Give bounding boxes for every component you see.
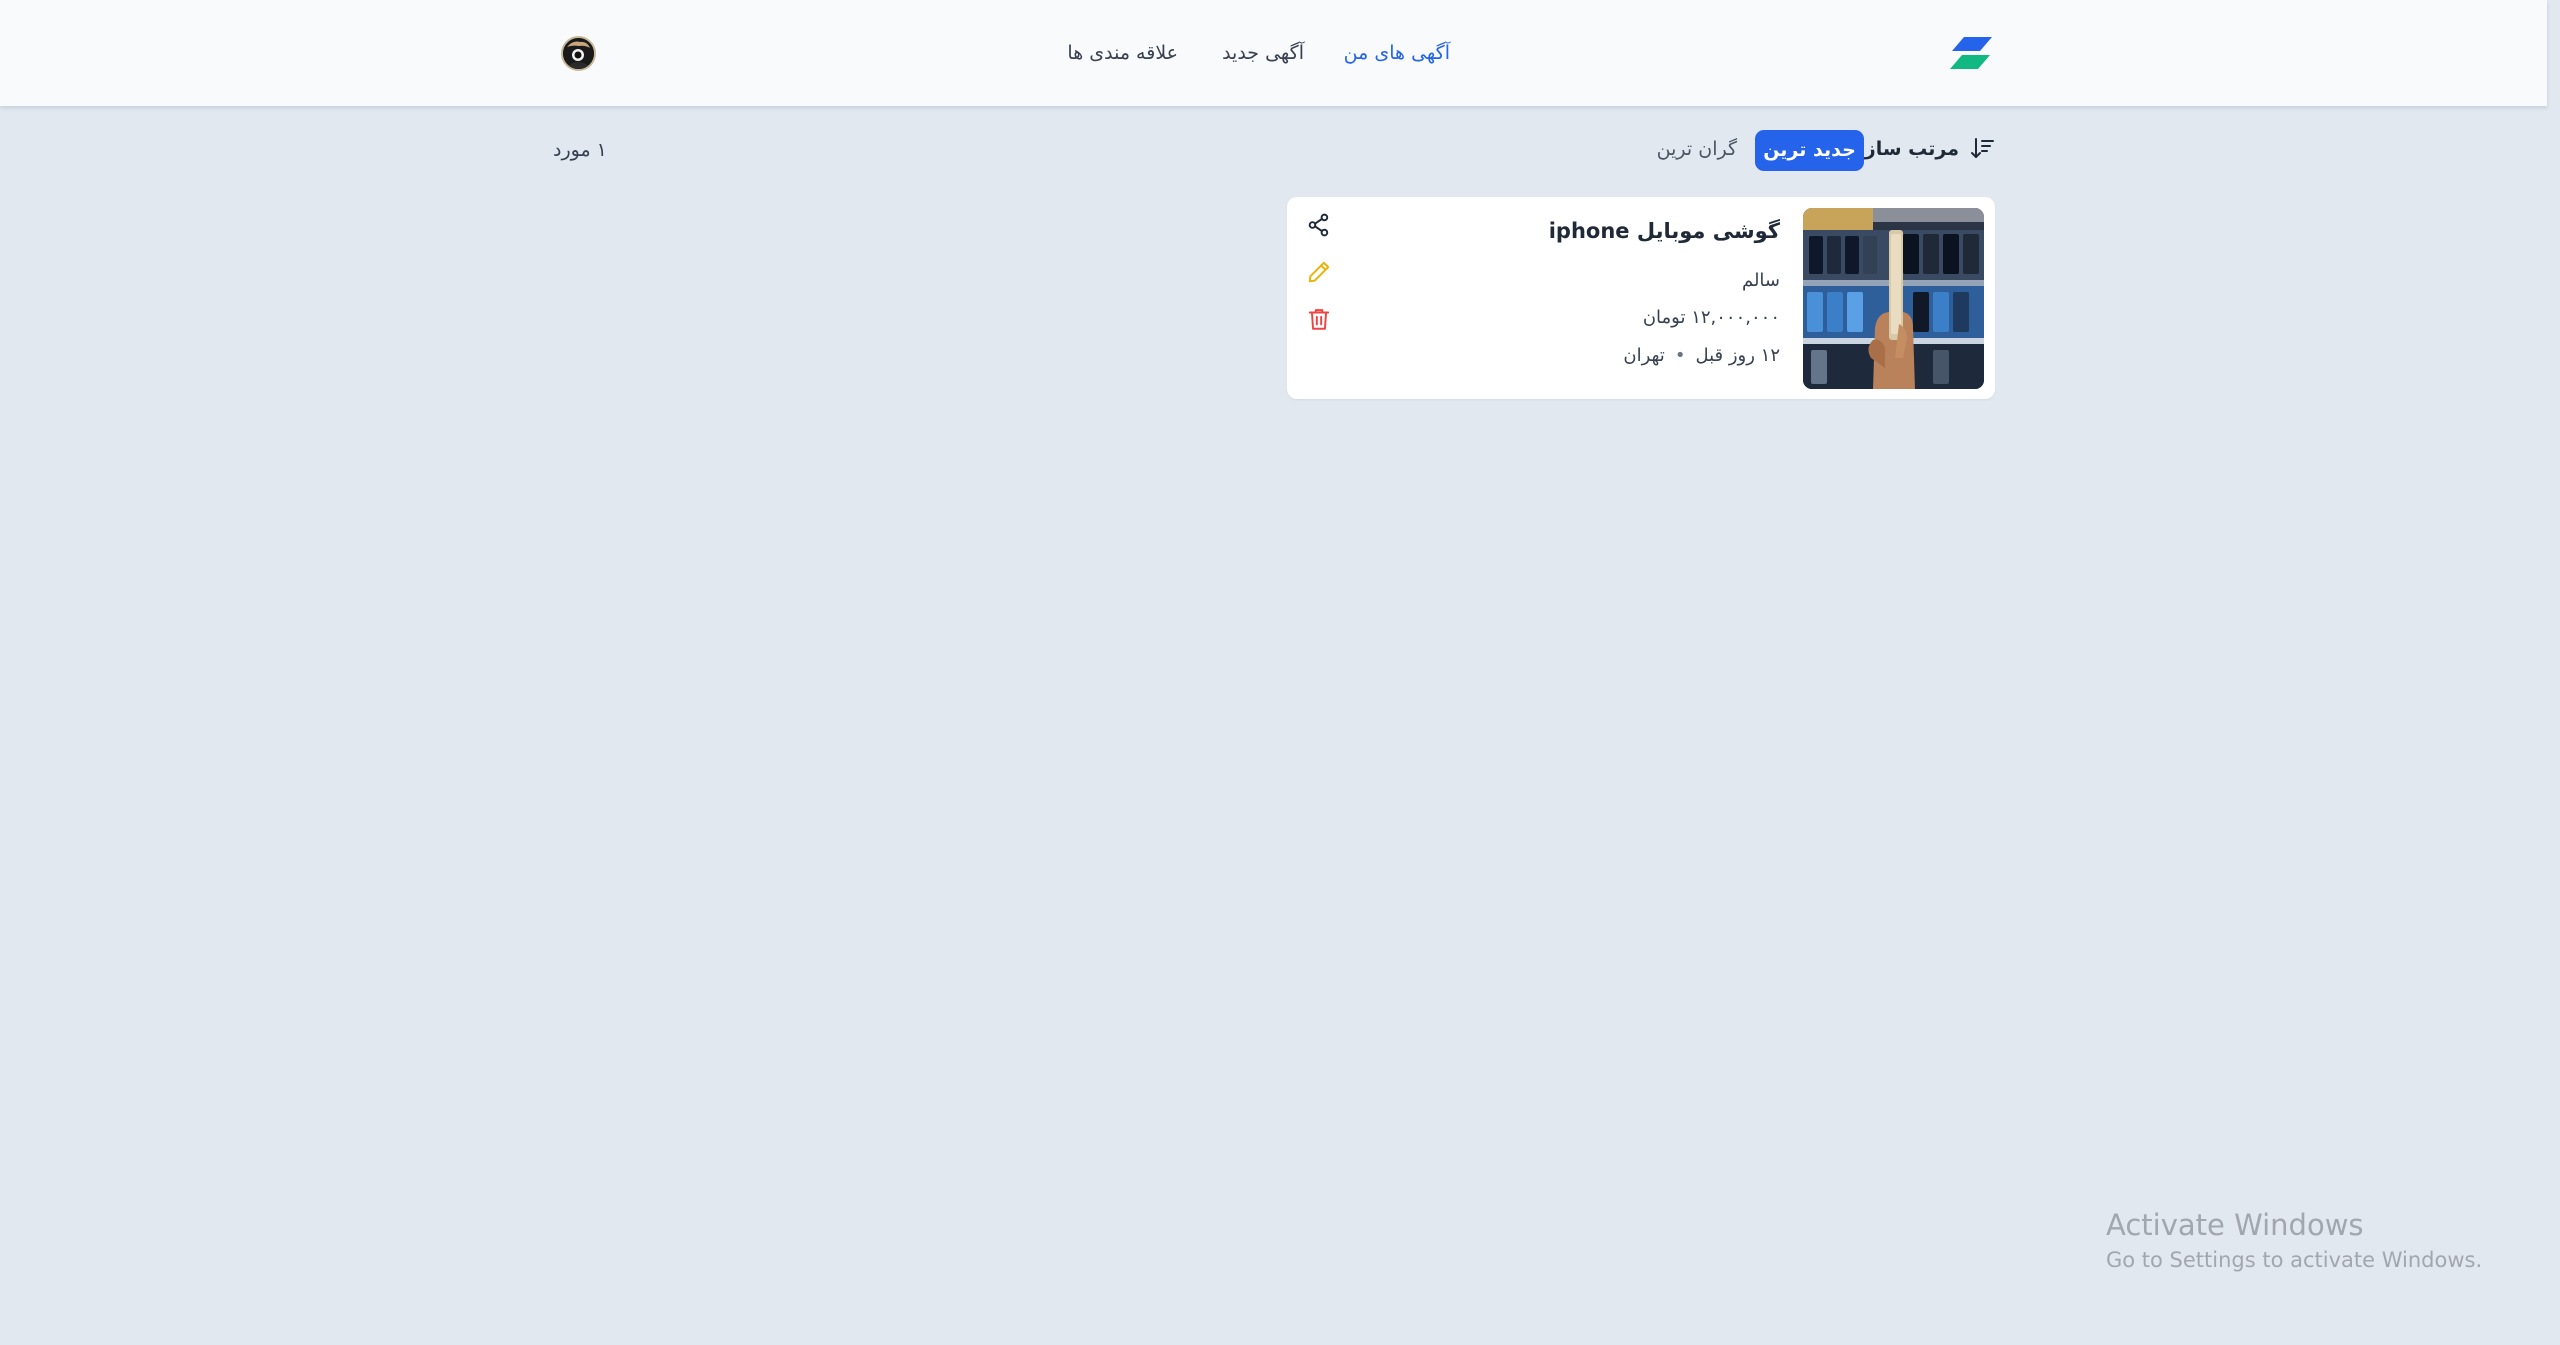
meta-separator: • (1674, 345, 1686, 366)
windows-activation-title: Activate Windows (2106, 1208, 2364, 1242)
ad-condition: سالم (1741, 270, 1780, 291)
nav-new-ad[interactable]: آگهی جدید (1222, 0, 1304, 106)
sort-descending-icon (1970, 136, 1994, 160)
ad-price: ۱۲,۰۰۰,۰۰۰ تومان (1643, 304, 1780, 332)
user-avatar[interactable] (561, 36, 596, 71)
ad-price-currency: تومان (1642, 307, 1686, 328)
ad-title[interactable]: گوشی موبایل iphone (1549, 215, 1780, 247)
result-count: ۱ مورد (553, 139, 607, 161)
top-navbar: آگهی های من آگهی جدید علاقه مندی ها (0, 0, 2547, 106)
ad-time-ago: ۱۲ روز قبل (1695, 345, 1780, 366)
brand-logo-icon[interactable] (1950, 37, 1992, 69)
ad-price-value: ۱۲,۰۰۰,۰۰۰ (1691, 307, 1780, 328)
trash-icon[interactable] (1306, 306, 1332, 332)
sort-label: مرتب سازی (1847, 138, 1959, 160)
ad-thumbnail[interactable] (1803, 208, 1984, 389)
ad-meta: ۱۲ روز قبل • تهران (1623, 342, 1780, 370)
ad-card[interactable]: گوشی موبایل iphone سالم ۱۲,۰۰۰,۰۰۰ تومان… (1287, 197, 1995, 399)
ad-location: تهران (1623, 345, 1665, 366)
share-icon[interactable] (1306, 212, 1332, 238)
pencil-icon[interactable] (1306, 259, 1332, 285)
windows-activation-subtitle: Go to Settings to activate Windows. (2106, 1248, 2483, 1272)
nav-favorites[interactable]: علاقه مندی ها (1067, 0, 1178, 106)
nav-my-ads[interactable]: آگهی های من (1344, 0, 1450, 106)
sort-newest-button[interactable]: جدید ترین (1755, 130, 1864, 171)
sort-priciest-button[interactable]: گران ترین (1657, 135, 1737, 163)
